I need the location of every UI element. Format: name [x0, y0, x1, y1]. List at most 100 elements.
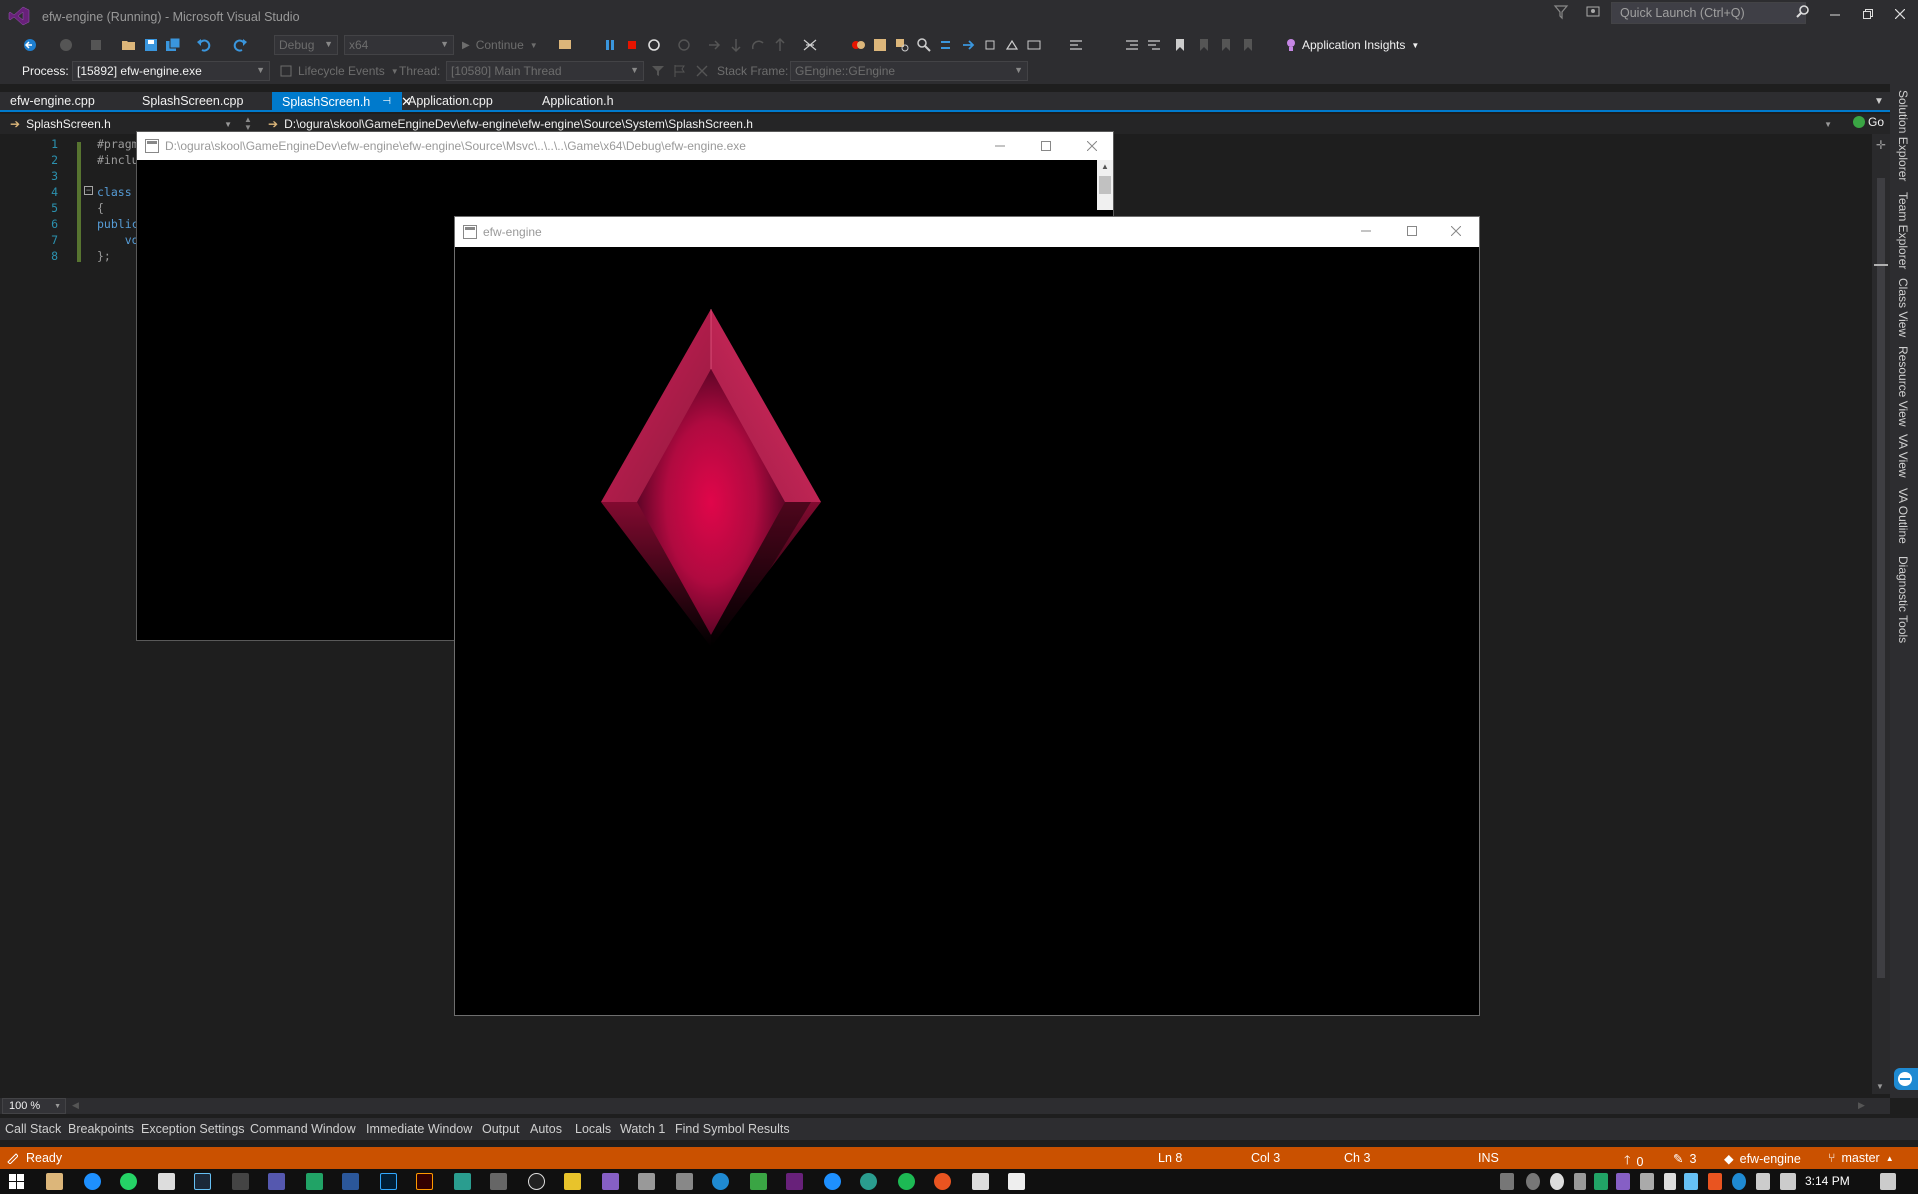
close-button[interactable]: [1880, 2, 1918, 26]
spotify-icon[interactable]: [898, 1173, 915, 1190]
action-center-icon[interactable]: [1880, 1173, 1896, 1190]
tab-efw-engine-cpp[interactable]: efw-engine.cpp: [0, 92, 105, 111]
step-up-icon[interactable]: [772, 37, 788, 53]
illustrator-icon[interactable]: [416, 1173, 433, 1190]
app-icon[interactable]: [268, 1173, 285, 1190]
breakpoint-group-icon[interactable]: [850, 37, 866, 53]
minimize-button[interactable]: [1343, 217, 1389, 245]
collapse-icon[interactable]: −: [84, 186, 93, 195]
minimize-button[interactable]: [977, 132, 1023, 160]
tab-diagnostic-tools[interactable]: Diagnostic Tools: [1896, 556, 1910, 643]
save-all-icon[interactable]: [165, 37, 181, 53]
app-icon[interactable]: [750, 1173, 767, 1190]
tab-list-dropdown-icon[interactable]: ▼: [1874, 96, 1884, 107]
tray-icon[interactable]: [1664, 1173, 1676, 1190]
bookmark-icon[interactable]: [1172, 37, 1188, 53]
tab-call-stack[interactable]: Call Stack: [5, 1122, 61, 1136]
visual-studio-icon[interactable]: [602, 1173, 619, 1190]
teamviewer-icon[interactable]: [1894, 1068, 1918, 1090]
tray-icon[interactable]: [1594, 1173, 1608, 1190]
hex-display-icon[interactable]: [802, 37, 818, 53]
tab-breakpoints[interactable]: Breakpoints: [68, 1122, 134, 1136]
continue-button[interactable]: ▶ Continue ▼: [462, 38, 538, 52]
tab-exception-settings[interactable]: Exception Settings: [141, 1122, 245, 1136]
maps-icon[interactable]: [824, 1173, 841, 1190]
go-button[interactable]: Go: [1852, 115, 1884, 129]
clock[interactable]: 3:14 PM: [1805, 1174, 1850, 1188]
tab-splashscreen-cpp[interactable]: SplashScreen.cpp: [132, 92, 253, 111]
bookmark-nav-icon[interactable]: [1196, 37, 1212, 53]
tab-splashscreen-h[interactable]: SplashScreen.h ⊣ ✕: [272, 92, 412, 111]
tray-icon[interactable]: [1500, 1173, 1514, 1190]
star-icon[interactable]: [564, 1173, 581, 1190]
tray-icon[interactable]: [1684, 1173, 1698, 1190]
repository-button[interactable]: ◆ efw-engine: [1724, 1151, 1801, 1167]
step-over-icon[interactable]: [728, 37, 744, 53]
tab-application-cpp[interactable]: Application.cpp: [398, 92, 503, 111]
steam-icon[interactable]: [194, 1173, 211, 1190]
navigate-forward-icon[interactable]: [58, 37, 74, 53]
scrollbar-thumb[interactable]: [1877, 178, 1885, 978]
tray-icon[interactable]: [1732, 1173, 1746, 1190]
game-viewport[interactable]: [455, 247, 1479, 1015]
flag-threads-icon[interactable]: [694, 63, 710, 79]
zoom-dropdown[interactable]: 100 % ▼: [2, 1098, 66, 1114]
find-icon[interactable]: [894, 37, 910, 53]
file-explorer-icon[interactable]: [46, 1173, 63, 1190]
filter-thread-icon[interactable]: [650, 63, 666, 79]
clear-bookmarks-icon[interactable]: [1240, 37, 1256, 53]
bookmark-prev-icon[interactable]: [938, 37, 954, 53]
unreal-engine-icon[interactable]: [528, 1173, 545, 1190]
diagnostic-icon[interactable]: [1026, 37, 1042, 53]
tab-locals[interactable]: Locals: [575, 1122, 611, 1136]
app-icon[interactable]: [1008, 1173, 1025, 1190]
comment-icon[interactable]: [1068, 37, 1084, 53]
tab-autos[interactable]: Autos: [530, 1122, 562, 1136]
pin-icon[interactable]: ⊣: [382, 96, 391, 107]
tab-watch-1[interactable]: Watch 1: [620, 1122, 665, 1136]
step-back-icon[interactable]: [982, 37, 998, 53]
tab-find-symbol-results[interactable]: Find Symbol Results: [675, 1122, 790, 1136]
tab-output[interactable]: Output: [482, 1122, 520, 1136]
tab-team-explorer[interactable]: Team Explorer: [1896, 192, 1910, 269]
solution-configuration-dropdown[interactable]: Debug ▼: [274, 35, 338, 55]
step-into-icon[interactable]: [706, 37, 722, 53]
split-arrows-icon[interactable]: ▲ ▼: [244, 116, 252, 132]
game-window[interactable]: efw-engine: [454, 216, 1480, 1016]
step-out-icon[interactable]: [750, 37, 766, 53]
tray-icon[interactable]: [1708, 1173, 1722, 1190]
restart-icon[interactable]: [646, 37, 662, 53]
app-icon[interactable]: [454, 1173, 471, 1190]
tab-command-window[interactable]: Command Window: [250, 1122, 356, 1136]
split-editor-icon[interactable]: ✛: [1876, 138, 1886, 152]
word-icon[interactable]: [342, 1173, 359, 1190]
tab-resource-view[interactable]: Resource View: [1896, 346, 1910, 426]
tab-class-view[interactable]: Class View: [1896, 278, 1910, 337]
app-icon[interactable]: [860, 1173, 877, 1190]
notifications-icon[interactable]: [1585, 4, 1601, 20]
tray-icon[interactable]: [1616, 1173, 1630, 1190]
scroll-left-icon[interactable]: ◀: [72, 1100, 79, 1111]
scroll-right-icon[interactable]: ▶: [1858, 1100, 1865, 1111]
tab-application-h[interactable]: Application.h: [532, 92, 624, 111]
pause-icon[interactable]: [602, 37, 618, 53]
window-layout-icon[interactable]: [872, 37, 888, 53]
lifecycle-events-button[interactable]: Lifecycle Events ▼: [280, 64, 399, 78]
photoshop-icon[interactable]: [380, 1173, 397, 1190]
tab-va-outline[interactable]: VA Outline: [1896, 488, 1910, 544]
solution-platform-dropdown[interactable]: x64 ▼: [344, 35, 454, 55]
attach-process-icon[interactable]: [557, 37, 573, 53]
application-insights-button[interactable]: Application Insights ▼: [1286, 38, 1419, 52]
bookmark-nav-next-icon[interactable]: [1218, 37, 1234, 53]
browser-icon[interactable]: [84, 1173, 101, 1190]
app-icon[interactable]: [786, 1173, 803, 1190]
branch-button[interactable]: ⑂ master ▲: [1828, 1151, 1894, 1165]
tray-icon[interactable]: [1526, 1173, 1540, 1190]
tray-icon[interactable]: [1574, 1173, 1586, 1190]
indent-icon[interactable]: [1146, 37, 1162, 53]
new-project-icon[interactable]: [88, 37, 104, 53]
console-title-bar[interactable]: D:\ogura\skool\GameEngineDev\efw-engine\…: [137, 132, 1113, 160]
app-icon[interactable]: [232, 1173, 249, 1190]
find-in-files-icon[interactable]: [916, 37, 932, 53]
pending-changes[interactable]: ✎ 3: [1673, 1151, 1696, 1167]
